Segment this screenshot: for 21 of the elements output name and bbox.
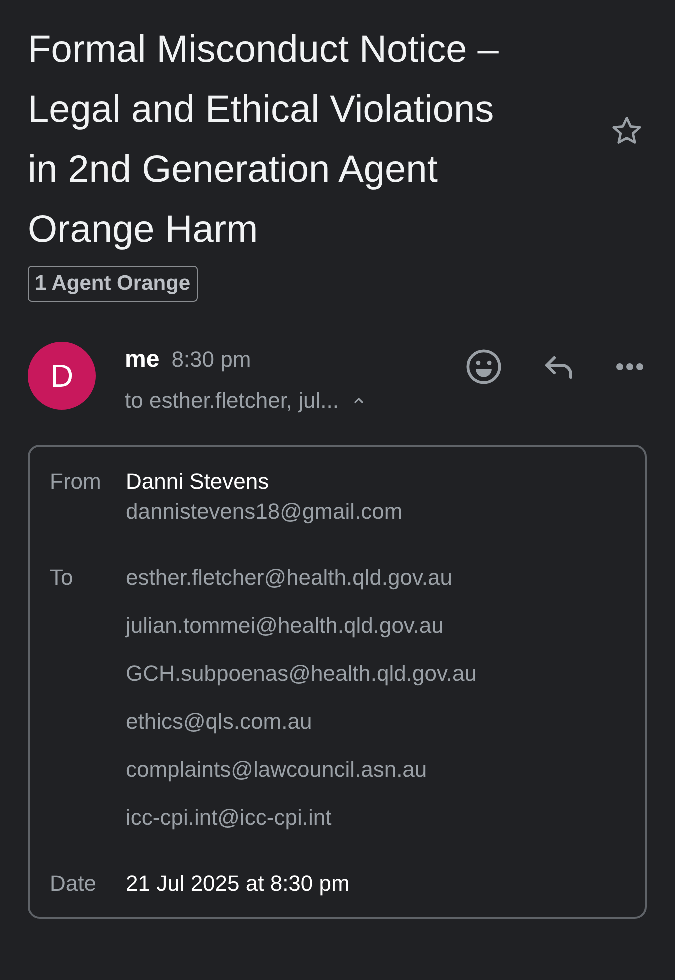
recipient-email: complaints@lawcouncil.asn.au xyxy=(126,756,428,784)
recipient-email: julian.tommei@health.qld.gov.au xyxy=(126,612,445,640)
label-chip[interactable]: 1 Agent Orange xyxy=(28,266,198,302)
sender-name: me xyxy=(125,345,160,375)
recipient-email: GCH.subpoenas@health.qld.gov.au xyxy=(126,660,477,688)
sender-avatar: D xyxy=(28,342,96,410)
sent-date: 21 Jul 2025 at 8:30 pm xyxy=(126,870,350,898)
from-email: dannistevens18@gmail.com xyxy=(126,498,403,526)
email-subject: Formal Misconduct Notice – Legal and Ethical Violations in 2nd Generation Agent Orange Harm xyxy=(28,28,500,253)
sent-time: 8:30 pm xyxy=(172,346,252,374)
field-label: Date xyxy=(50,870,98,898)
field-label: From xyxy=(50,468,102,496)
caret-icon[interactable] xyxy=(353,396,366,404)
emoji-icon[interactable] xyxy=(465,348,503,386)
field-label: To xyxy=(50,564,74,592)
from-name: Danni Stevens xyxy=(126,468,270,496)
recipient-email: esther.fletcher@health.qld.gov.au xyxy=(126,564,454,592)
recipients-summary[interactable]: to esther.fletcher, jul... xyxy=(125,384,340,417)
recipient-email: icc-cpi.int@icc-cpi.int xyxy=(126,804,333,832)
recipient-email: ethics@qls.com.au xyxy=(126,708,314,736)
more-icon[interactable] xyxy=(615,362,645,372)
